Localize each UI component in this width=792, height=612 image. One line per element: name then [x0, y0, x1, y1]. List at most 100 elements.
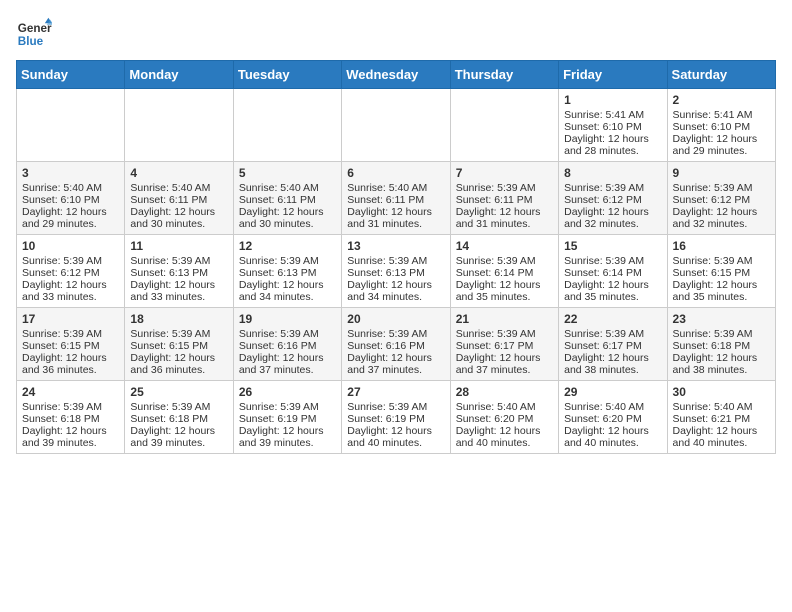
day-info: Sunrise: 5:39 AM Sunset: 6:14 PM Dayligh…	[456, 255, 541, 303]
day-number: 3	[22, 166, 119, 180]
calendar-cell: 23 Sunrise: 5:39 AM Sunset: 6:18 PM Dayli…	[667, 308, 775, 381]
day-number: 21	[456, 312, 553, 326]
day-number: 22	[564, 312, 661, 326]
day-info: Sunrise: 5:39 AM Sunset: 6:13 PM Dayligh…	[130, 255, 215, 303]
calendar-cell: 10 Sunrise: 5:39 AM Sunset: 6:12 PM Dayli…	[17, 235, 125, 308]
week-row: 17 Sunrise: 5:39 AM Sunset: 6:15 PM Dayli…	[17, 308, 776, 381]
day-info: Sunrise: 5:39 AM Sunset: 6:19 PM Dayligh…	[347, 401, 432, 449]
calendar-cell: 20 Sunrise: 5:39 AM Sunset: 6:16 PM Dayli…	[342, 308, 450, 381]
calendar-cell: 14 Sunrise: 5:39 AM Sunset: 6:14 PM Dayli…	[450, 235, 558, 308]
calendar-cell: 24 Sunrise: 5:39 AM Sunset: 6:18 PM Dayli…	[17, 381, 125, 454]
calendar-cell: 26 Sunrise: 5:39 AM Sunset: 6:19 PM Dayli…	[233, 381, 341, 454]
calendar-cell	[125, 89, 233, 162]
calendar-cell: 1 Sunrise: 5:41 AM Sunset: 6:10 PM Daylig…	[559, 89, 667, 162]
logo-icon: General Blue	[16, 16, 52, 52]
day-number: 25	[130, 385, 227, 399]
calendar-cell: 30 Sunrise: 5:40 AM Sunset: 6:21 PM Dayli…	[667, 381, 775, 454]
day-number: 18	[130, 312, 227, 326]
day-info: Sunrise: 5:40 AM Sunset: 6:20 PM Dayligh…	[564, 401, 649, 449]
day-header-wednesday: Wednesday	[342, 61, 450, 89]
day-info: Sunrise: 5:39 AM Sunset: 6:17 PM Dayligh…	[456, 328, 541, 376]
day-number: 7	[456, 166, 553, 180]
day-header-tuesday: Tuesday	[233, 61, 341, 89]
calendar-cell: 28 Sunrise: 5:40 AM Sunset: 6:20 PM Dayli…	[450, 381, 558, 454]
day-number: 17	[22, 312, 119, 326]
calendar-cell: 9 Sunrise: 5:39 AM Sunset: 6:12 PM Daylig…	[667, 162, 775, 235]
day-number: 27	[347, 385, 444, 399]
day-info: Sunrise: 5:39 AM Sunset: 6:16 PM Dayligh…	[347, 328, 432, 376]
day-info: Sunrise: 5:39 AM Sunset: 6:12 PM Dayligh…	[564, 182, 649, 230]
day-info: Sunrise: 5:40 AM Sunset: 6:11 PM Dayligh…	[130, 182, 215, 230]
day-number: 19	[239, 312, 336, 326]
calendar-cell: 2 Sunrise: 5:41 AM Sunset: 6:10 PM Daylig…	[667, 89, 775, 162]
day-info: Sunrise: 5:39 AM Sunset: 6:19 PM Dayligh…	[239, 401, 324, 449]
calendar-cell	[17, 89, 125, 162]
calendar-cell: 7 Sunrise: 5:39 AM Sunset: 6:11 PM Daylig…	[450, 162, 558, 235]
day-number: 26	[239, 385, 336, 399]
calendar-cell: 25 Sunrise: 5:39 AM Sunset: 6:18 PM Dayli…	[125, 381, 233, 454]
calendar-cell: 3Sunrise: 5:40 AM Sunset: 6:10 PM Daylig…	[17, 162, 125, 235]
svg-text:General: General	[18, 22, 52, 35]
calendar-cell: 11 Sunrise: 5:39 AM Sunset: 6:13 PM Dayli…	[125, 235, 233, 308]
day-info: Sunrise: 5:39 AM Sunset: 6:18 PM Dayligh…	[22, 401, 107, 449]
calendar-cell: 16 Sunrise: 5:39 AM Sunset: 6:15 PM Dayli…	[667, 235, 775, 308]
day-info: Sunrise: 5:39 AM Sunset: 6:13 PM Dayligh…	[239, 255, 324, 303]
day-number: 10	[22, 239, 119, 253]
day-number: 2	[673, 93, 770, 107]
calendar-cell: 4Sunrise: 5:40 AM Sunset: 6:11 PM Daylig…	[125, 162, 233, 235]
calendar-cell	[233, 89, 341, 162]
day-number: 23	[673, 312, 770, 326]
day-number: 16	[673, 239, 770, 253]
calendar-cell: 27 Sunrise: 5:39 AM Sunset: 6:19 PM Dayli…	[342, 381, 450, 454]
day-info: Sunrise: 5:41 AM Sunset: 6:10 PM Dayligh…	[564, 109, 649, 157]
week-row: 1 Sunrise: 5:41 AM Sunset: 6:10 PM Daylig…	[17, 89, 776, 162]
day-number: 1	[564, 93, 661, 107]
calendar-cell: 29 Sunrise: 5:40 AM Sunset: 6:20 PM Dayli…	[559, 381, 667, 454]
day-number: 24	[22, 385, 119, 399]
calendar-cell	[450, 89, 558, 162]
day-info: Sunrise: 5:39 AM Sunset: 6:18 PM Dayligh…	[673, 328, 758, 376]
day-info: Sunrise: 5:39 AM Sunset: 6:14 PM Dayligh…	[564, 255, 649, 303]
day-info: Sunrise: 5:39 AM Sunset: 6:16 PM Dayligh…	[239, 328, 324, 376]
day-header-monday: Monday	[125, 61, 233, 89]
day-header-saturday: Saturday	[667, 61, 775, 89]
day-number: 28	[456, 385, 553, 399]
calendar-cell: 22Sunrise: 5:39 AM Sunset: 6:17 PM Dayli…	[559, 308, 667, 381]
day-number: 13	[347, 239, 444, 253]
day-number: 5	[239, 166, 336, 180]
day-info: Sunrise: 5:40 AM Sunset: 6:11 PM Dayligh…	[239, 182, 324, 230]
day-info: Sunrise: 5:39 AM Sunset: 6:15 PM Dayligh…	[22, 328, 107, 376]
calendar-cell: 15Sunrise: 5:39 AM Sunset: 6:14 PM Dayli…	[559, 235, 667, 308]
calendar-cell: 17 Sunrise: 5:39 AM Sunset: 6:15 PM Dayli…	[17, 308, 125, 381]
day-number: 30	[673, 385, 770, 399]
calendar-cell: 5 Sunrise: 5:40 AM Sunset: 6:11 PM Daylig…	[233, 162, 341, 235]
day-number: 29	[564, 385, 661, 399]
week-row: 3Sunrise: 5:40 AM Sunset: 6:10 PM Daylig…	[17, 162, 776, 235]
day-info: Sunrise: 5:40 AM Sunset: 6:20 PM Dayligh…	[456, 401, 541, 449]
day-info: Sunrise: 5:39 AM Sunset: 6:15 PM Dayligh…	[130, 328, 215, 376]
day-number: 14	[456, 239, 553, 253]
day-number: 9	[673, 166, 770, 180]
day-header-thursday: Thursday	[450, 61, 558, 89]
calendar-cell: 18 Sunrise: 5:39 AM Sunset: 6:15 PM Dayli…	[125, 308, 233, 381]
day-number: 8	[564, 166, 661, 180]
calendar-cell: 19 Sunrise: 5:39 AM Sunset: 6:16 PM Dayli…	[233, 308, 341, 381]
calendar-cell: 6Sunrise: 5:40 AM Sunset: 6:11 PM Daylig…	[342, 162, 450, 235]
day-number: 11	[130, 239, 227, 253]
day-number: 12	[239, 239, 336, 253]
calendar-cell: 8 Sunrise: 5:39 AM Sunset: 6:12 PM Daylig…	[559, 162, 667, 235]
day-info: Sunrise: 5:40 AM Sunset: 6:21 PM Dayligh…	[673, 401, 758, 449]
day-info: Sunrise: 5:39 AM Sunset: 6:11 PM Dayligh…	[456, 182, 541, 230]
day-info: Sunrise: 5:41 AM Sunset: 6:10 PM Dayligh…	[673, 109, 758, 157]
svg-text:Blue: Blue	[18, 35, 44, 48]
day-info: Sunrise: 5:39 AM Sunset: 6:12 PM Dayligh…	[673, 182, 758, 230]
day-info: Sunrise: 5:39 AM Sunset: 6:12 PM Dayligh…	[22, 255, 107, 303]
calendar: SundayMondayTuesdayWednesdayThursdayFrid…	[16, 60, 776, 454]
calendar-cell: 12 Sunrise: 5:39 AM Sunset: 6:13 PM Dayli…	[233, 235, 341, 308]
day-header-sunday: Sunday	[17, 61, 125, 89]
day-info: Sunrise: 5:39 AM Sunset: 6:15 PM Dayligh…	[673, 255, 758, 303]
day-header-friday: Friday	[559, 61, 667, 89]
day-number: 20	[347, 312, 444, 326]
day-info: Sunrise: 5:39 AM Sunset: 6:18 PM Dayligh…	[130, 401, 215, 449]
day-number: 6	[347, 166, 444, 180]
